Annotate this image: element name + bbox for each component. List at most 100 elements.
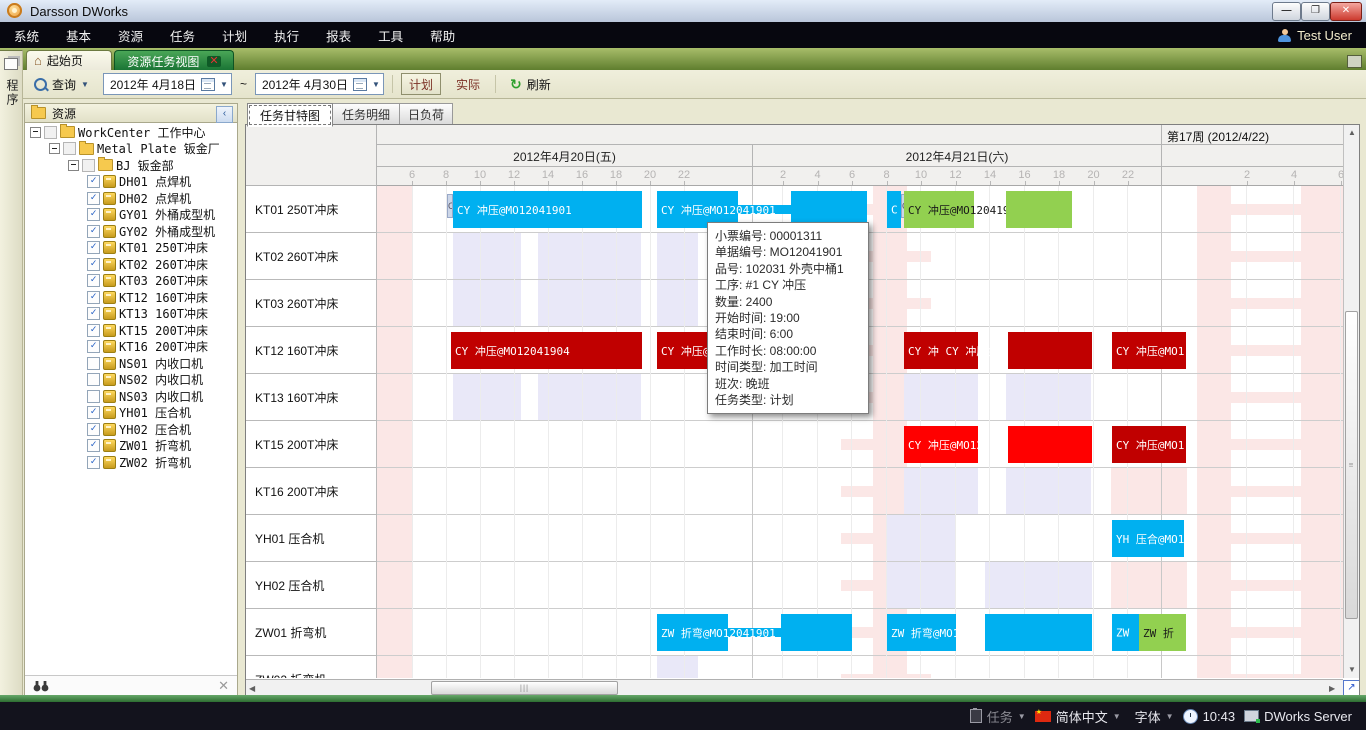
tree-row[interactable]: ✓KT01 250T冲床 xyxy=(25,240,236,257)
tree-checkbox[interactable]: ✓ xyxy=(87,340,100,353)
date-to-field[interactable]: 2012年 4月30日 ▼ xyxy=(255,73,384,95)
tab-close-icon[interactable]: ✕ xyxy=(207,56,220,67)
menu-item[interactable]: 帮助 xyxy=(430,26,455,45)
scroll-right-icon[interactable]: ▶ xyxy=(1329,684,1335,693)
task-bar[interactable] xyxy=(1008,426,1092,463)
task-bar[interactable]: ZW xyxy=(1112,614,1139,651)
task-bar[interactable]: CY 冲 CY 冲压@MO12041904 xyxy=(904,332,978,369)
tree-row[interactable]: ✓ZW01 折弯机 xyxy=(25,438,236,455)
calendar-icon[interactable] xyxy=(201,78,215,91)
tree-row[interactable]: ✓KT16 200T冲床 xyxy=(25,339,236,356)
expand-collapse-icon[interactable] xyxy=(30,127,41,138)
status-item[interactable]: 任务▼ xyxy=(970,707,1026,726)
task-bar[interactable]: YH 压合@MO1 xyxy=(1112,520,1184,557)
menu-item[interactable]: 基本 xyxy=(66,26,91,45)
date-from-caret-icon[interactable]: ▼ xyxy=(220,80,228,89)
tree-checkbox[interactable]: ✓ xyxy=(87,307,100,320)
task-bar[interactable]: ZW 折 xyxy=(1139,614,1186,651)
chevron-down-icon[interactable]: ▼ xyxy=(1018,712,1026,721)
task-bar[interactable]: CY 冲压@MO12041902 xyxy=(904,191,974,228)
tab-daily-load[interactable]: 日负荷 xyxy=(399,103,453,126)
tree-row[interactable]: ✓DH02 点焊机 xyxy=(25,190,236,207)
task-bar[interactable] xyxy=(1008,332,1092,369)
restore-button[interactable]: ❐ xyxy=(1301,2,1330,21)
tree-row[interactable]: ✓KT15 200T冲床 xyxy=(25,322,236,339)
tab-gantt-chart[interactable]: 任务甘特图 xyxy=(247,103,333,127)
chevron-down-icon[interactable]: ▼ xyxy=(1166,712,1174,721)
windows-stack-icon[interactable] xyxy=(4,58,18,70)
tree-row[interactable]: WorkCenter 工作中心 xyxy=(25,124,236,141)
tree-row[interactable]: NS01 内收口机 xyxy=(25,355,236,372)
task-bar[interactable]: CY 冲压@MO12041903 xyxy=(904,426,978,463)
tree-row[interactable]: ✓KT12 160T冲床 xyxy=(25,289,236,306)
tree-checkbox[interactable]: ✓ xyxy=(87,274,100,287)
tree-row[interactable]: ✓DH01 点焊机 xyxy=(25,174,236,191)
task-bar[interactable]: CY 冲压@MO1 xyxy=(1112,426,1186,463)
tree-row[interactable]: NS03 内收口机 xyxy=(25,388,236,405)
tree-row[interactable]: ✓YH01 压合机 xyxy=(25,405,236,422)
menu-item[interactable]: 工具 xyxy=(378,26,403,45)
tree-checkbox[interactable]: ✓ xyxy=(87,241,100,254)
window-list-icon[interactable] xyxy=(1347,55,1362,68)
menu-item[interactable]: 资源 xyxy=(118,26,143,45)
task-bar[interactable]: C xyxy=(887,191,901,228)
tab-resource-task-view[interactable]: 资源任务视图 ✕ xyxy=(114,50,234,71)
query-button[interactable]: 查询 ▼ xyxy=(28,74,95,95)
vertical-scroll-thumb[interactable]: ≡ xyxy=(1345,311,1358,619)
tree-checkbox[interactable]: ✓ xyxy=(87,439,100,452)
tree-checkbox[interactable]: ✓ xyxy=(87,192,100,205)
status-item[interactable]: 字体▼ xyxy=(1130,707,1174,726)
tree-checkbox[interactable] xyxy=(63,142,76,155)
actual-toggle-button[interactable]: 实际 xyxy=(449,74,487,94)
calendar-icon[interactable] xyxy=(353,78,367,91)
task-bar[interactable]: ZW 折弯@MO12041901 xyxy=(657,614,728,651)
task-bar[interactable] xyxy=(1006,191,1072,228)
chevron-down-icon[interactable]: ▼ xyxy=(1113,712,1121,721)
date-from-field[interactable]: 2012年 4月18日 ▼ xyxy=(103,73,232,95)
tree-row[interactable]: ✓GY02 外桶成型机 xyxy=(25,223,236,240)
tree-checkbox[interactable] xyxy=(44,126,57,139)
date-to-caret-icon[interactable]: ▼ xyxy=(372,80,380,89)
tab-task-detail[interactable]: 任务明细 xyxy=(332,103,400,126)
vertical-scrollbar[interactable]: ▲ ≡ ▼ xyxy=(1343,125,1360,678)
tree-row[interactable]: NS02 内收口机 xyxy=(25,372,236,389)
clear-filter-icon[interactable]: ✕ xyxy=(218,678,229,694)
side-dock-label[interactable]: 程序 xyxy=(4,79,21,107)
menu-item[interactable]: 系统 xyxy=(14,26,39,45)
scroll-left-icon[interactable]: ◀ xyxy=(249,684,255,693)
menu-item[interactable]: 计划 xyxy=(222,26,247,45)
tree-checkbox[interactable] xyxy=(87,373,100,386)
tree-row[interactable]: ✓KT03 260T冲床 xyxy=(25,273,236,290)
status-item[interactable]: 简体中文▼ xyxy=(1035,707,1121,726)
tree-checkbox[interactable] xyxy=(87,390,100,403)
tree-row[interactable]: ✓ZW02 折弯机 xyxy=(25,454,236,471)
scroll-down-icon[interactable]: ▼ xyxy=(1344,665,1360,674)
tree-row[interactable]: BJ 钣金部 xyxy=(25,157,236,174)
tree-checkbox[interactable]: ✓ xyxy=(87,225,100,238)
task-bar[interactable]: ZW 折弯@MO12041901 xyxy=(887,614,956,651)
scroll-up-icon[interactable]: ▲ xyxy=(1344,128,1360,137)
close-button[interactable]: ✕ xyxy=(1330,2,1362,21)
tree-checkbox[interactable]: ✓ xyxy=(87,456,100,469)
tree-checkbox[interactable]: ✓ xyxy=(87,324,100,337)
user-box[interactable]: Test User xyxy=(1278,22,1352,48)
task-bar[interactable]: CY 冲压@MO1 xyxy=(1112,332,1186,369)
menu-item[interactable]: 报表 xyxy=(326,26,351,45)
tree-checkbox[interactable]: ✓ xyxy=(87,423,100,436)
tree-row[interactable]: Metal Plate 钣金厂 xyxy=(25,141,236,158)
tree-checkbox[interactable]: ✓ xyxy=(87,208,100,221)
tree-row[interactable]: ✓KT02 260T冲床 xyxy=(25,256,236,273)
tree-row[interactable]: ✓YH02 压合机 xyxy=(25,421,236,438)
tree-checkbox[interactable] xyxy=(87,357,100,370)
plan-toggle-button[interactable]: 计划 xyxy=(401,73,441,95)
horizontal-scroll-thumb[interactable]: ||| xyxy=(431,681,618,695)
tree-row[interactable]: ✓KT13 160T冲床 xyxy=(25,306,236,323)
refresh-button[interactable]: ↻ 刷新 xyxy=(504,74,557,95)
menu-item[interactable]: 执行 xyxy=(274,26,299,45)
task-bar[interactable] xyxy=(985,614,1092,651)
task-bar[interactable]: CY 冲压@MO12041901 xyxy=(453,191,642,228)
tree-checkbox[interactable] xyxy=(82,159,95,172)
minimize-button[interactable]: — xyxy=(1272,2,1301,21)
task-bar[interactable] xyxy=(781,614,852,651)
tree-row[interactable]: ✓GY01 外桶成型机 xyxy=(25,207,236,224)
